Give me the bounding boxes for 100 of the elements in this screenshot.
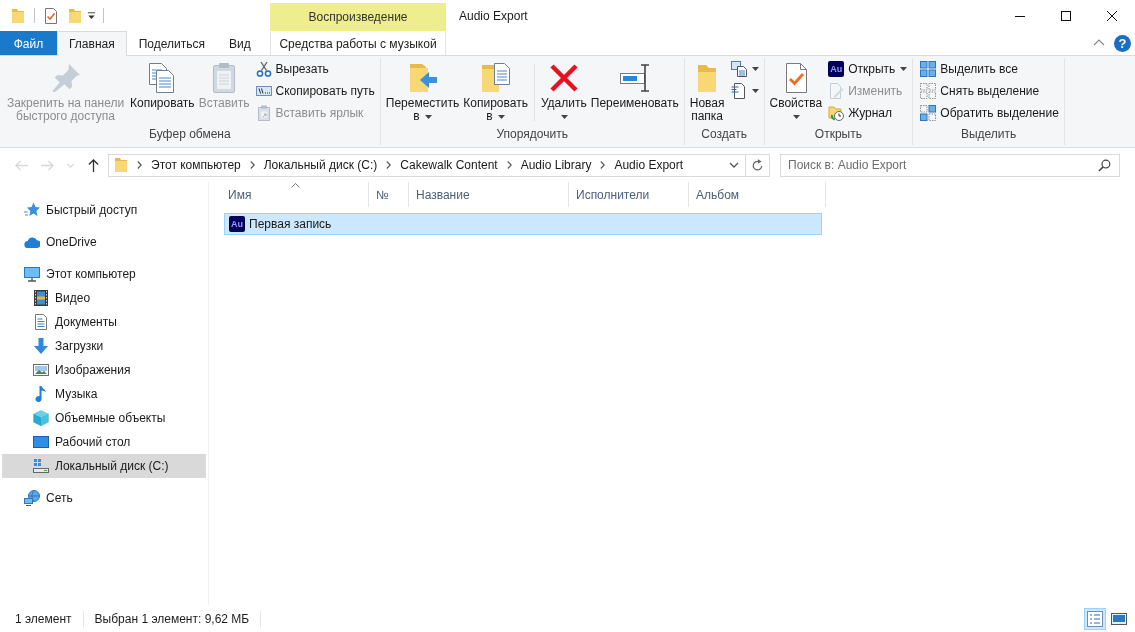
text-cursor-icon bbox=[618, 62, 651, 94]
open-button[interactable]: Au Открыть bbox=[826, 58, 910, 80]
group-label: Открыть bbox=[813, 127, 863, 143]
window-title: Audio Export bbox=[459, 8, 528, 23]
document-icon bbox=[33, 314, 49, 330]
selection-info: Выбран 1 элемент: 9,62 МБ bbox=[94, 611, 250, 626]
caret-icon bbox=[793, 114, 801, 119]
cube-icon bbox=[33, 410, 49, 426]
back-arrow-icon bbox=[13, 158, 29, 172]
film-icon bbox=[33, 290, 49, 306]
chevron-right-icon[interactable] bbox=[386, 161, 392, 169]
column-header[interactable]: Альбом bbox=[689, 182, 826, 207]
column-header[interactable]: № bbox=[369, 182, 409, 207]
window-documents-icon bbox=[730, 61, 747, 77]
chevron-up-icon bbox=[1093, 39, 1105, 46]
select-none-button[interactable]: Снять выделение bbox=[918, 80, 1061, 102]
copy-to-button[interactable]: Копировать в bbox=[461, 60, 530, 125]
new-folder-button[interactable]: Новая папка bbox=[687, 60, 727, 125]
sidebar-item[interactable]: Рабочий стол bbox=[2, 430, 206, 454]
sidebar-item[interactable]: Документы bbox=[2, 310, 206, 334]
sidebar-item[interactable]: Сеть bbox=[2, 486, 206, 510]
column-header[interactable]: Название bbox=[409, 182, 569, 207]
forward-arrow-icon bbox=[39, 158, 55, 172]
group-label: Упорядочить bbox=[495, 127, 569, 143]
clock-folder-icon bbox=[828, 105, 845, 121]
sidebar-item[interactable]: Видео bbox=[2, 286, 206, 310]
search-field[interactable]: Поиск в: Audio Export bbox=[780, 153, 1120, 177]
large-icons-view-icon bbox=[1111, 610, 1127, 627]
group-label: Буфер обмена bbox=[148, 127, 232, 143]
sidebar-item[interactable]: Быстрый доступ bbox=[2, 198, 206, 222]
dotted-grid-icon bbox=[920, 83, 937, 99]
pencil-document-icon bbox=[828, 83, 845, 99]
breadcrumb[interactable]: Cakewalk Content bbox=[399, 158, 499, 172]
path-icon bbox=[255, 83, 272, 99]
rename-button[interactable]: Переименовать bbox=[588, 60, 681, 112]
ribbon-tab[interactable]: Поделиться bbox=[126, 31, 217, 55]
chevron-right-icon[interactable] bbox=[600, 161, 606, 169]
sidebar-item[interactable]: Этот компьютер bbox=[2, 262, 206, 286]
caret-icon bbox=[561, 114, 569, 119]
picture-icon bbox=[33, 362, 49, 378]
sidebar-item[interactable]: Загрузки bbox=[2, 334, 206, 358]
collapse-ribbon-button[interactable] bbox=[1093, 39, 1105, 47]
breadcrumb[interactable]: Этот компьютер bbox=[150, 158, 242, 172]
search-icon[interactable] bbox=[1098, 158, 1111, 172]
caret-icon bbox=[497, 114, 505, 119]
chevron-right-icon[interactable] bbox=[249, 161, 255, 169]
details-view-icon bbox=[1087, 610, 1103, 627]
caret-icon bbox=[751, 67, 759, 71]
desktop-icon bbox=[33, 434, 49, 450]
ribbon-tab[interactable]: Главная bbox=[57, 31, 127, 56]
address-bar[interactable]: Этот компьютер Локальный диск (C:) Cakewalk Content Audio Library Audio Export bbox=[108, 153, 770, 177]
group-label: Создать bbox=[700, 127, 748, 143]
breadcrumb[interactable]: Audio Export bbox=[613, 158, 685, 172]
dropdown-icon[interactable] bbox=[87, 11, 96, 20]
breadcrumb[interactable]: Локальный диск (C:) bbox=[262, 158, 379, 172]
close-icon bbox=[1107, 10, 1117, 21]
folder-icon bbox=[113, 157, 129, 173]
chevron-right-icon[interactable] bbox=[506, 161, 512, 169]
column-header[interactable]: Исполнители bbox=[569, 182, 689, 207]
new-item-button[interactable] bbox=[728, 58, 761, 80]
caret-icon bbox=[900, 67, 908, 71]
sidebar-item[interactable]: OneDrive bbox=[2, 230, 206, 254]
help-button[interactable]: ? bbox=[1114, 34, 1131, 52]
invert-selection-button[interactable]: Обратить выделение bbox=[918, 102, 1061, 124]
app-logo: Au bbox=[828, 61, 845, 77]
chevron-right-icon[interactable] bbox=[137, 161, 142, 169]
caret-icon bbox=[424, 114, 432, 119]
chevron-down-icon bbox=[65, 162, 75, 168]
file-tab[interactable]: Файл bbox=[0, 31, 57, 55]
copy-button[interactable]: Копировать bbox=[128, 60, 197, 112]
sidebar-item[interactable]: Изображения bbox=[2, 358, 206, 382]
partial-grid-icon bbox=[920, 105, 937, 121]
properties-button[interactable]: Свойства bbox=[767, 60, 825, 125]
column-header[interactable]: Имя bbox=[221, 182, 369, 207]
cut-button[interactable]: Вырезать bbox=[253, 58, 377, 80]
drive-icon bbox=[33, 458, 49, 474]
move-to-button[interactable]: Переместить в bbox=[383, 60, 462, 125]
file-row[interactable]: Au Первая запись bbox=[224, 213, 822, 235]
sidebar-item[interactable]: Музыка bbox=[2, 382, 206, 406]
clipboard-shortcut-icon bbox=[255, 105, 272, 121]
ribbon-tab[interactable]: Вид bbox=[216, 31, 263, 55]
app-logo: Au bbox=[229, 216, 245, 232]
select-all-button[interactable]: Выделить все bbox=[918, 58, 1061, 80]
folder-documents-icon bbox=[479, 62, 512, 94]
details-view-button[interactable] bbox=[1084, 607, 1106, 630]
history-button[interactable]: Журнал bbox=[826, 102, 910, 124]
sidebar-item[interactable]: Объемные объекты bbox=[2, 406, 206, 430]
copy-path-button[interactable]: Скопировать путь bbox=[253, 80, 377, 102]
globe-monitor-icon bbox=[24, 490, 40, 506]
chevron-down-icon bbox=[729, 162, 739, 168]
document-icon bbox=[730, 83, 747, 99]
maximize-icon bbox=[1061, 10, 1071, 21]
refresh-icon bbox=[751, 158, 764, 172]
breadcrumb[interactable]: Audio Library bbox=[519, 158, 593, 172]
delete-button[interactable]: Удалить bbox=[538, 60, 589, 125]
sidebar-item[interactable]: Локальный диск (C:) bbox=[2, 454, 206, 478]
down-arrow-icon bbox=[33, 338, 49, 354]
cloud-icon bbox=[24, 234, 40, 250]
checkmark-document-icon[interactable] bbox=[43, 7, 59, 24]
caret-icon bbox=[751, 89, 759, 93]
